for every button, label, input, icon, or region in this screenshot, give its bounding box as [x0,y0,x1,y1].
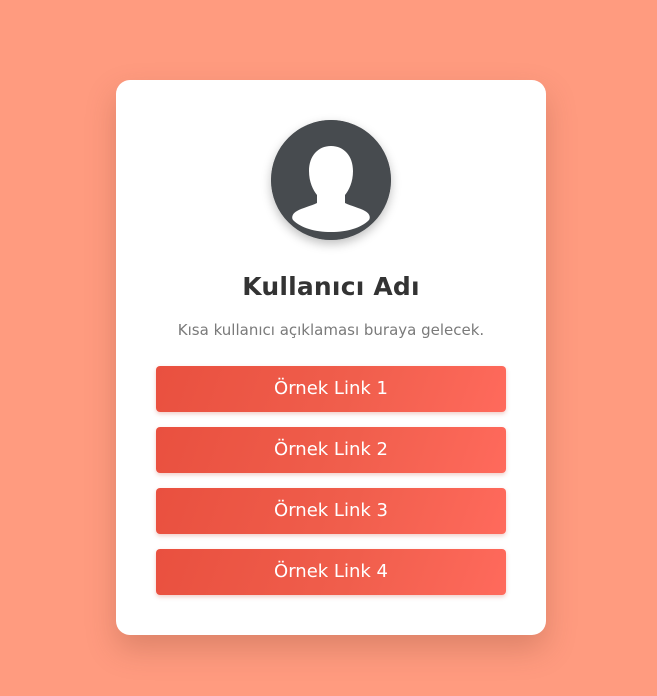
profile-card: Kullanıcı Adı Kısa kullanıcı açıklaması … [116,80,546,635]
profile-name: Kullanıcı Adı [242,272,420,301]
link-button-4[interactable]: Örnek Link 4 [156,549,506,595]
avatar [271,120,391,240]
page-background: { "profile": { "name": "Kullanıcı Adı", … [0,0,657,696]
user-silhouette-icon [271,120,391,240]
link-button-2[interactable]: Örnek Link 2 [156,427,506,473]
profile-description: Kısa kullanıcı açıklaması buraya gelecek… [177,321,485,339]
link-button-3[interactable]: Örnek Link 3 [156,488,506,534]
link-button-1[interactable]: Örnek Link 1 [156,366,506,412]
